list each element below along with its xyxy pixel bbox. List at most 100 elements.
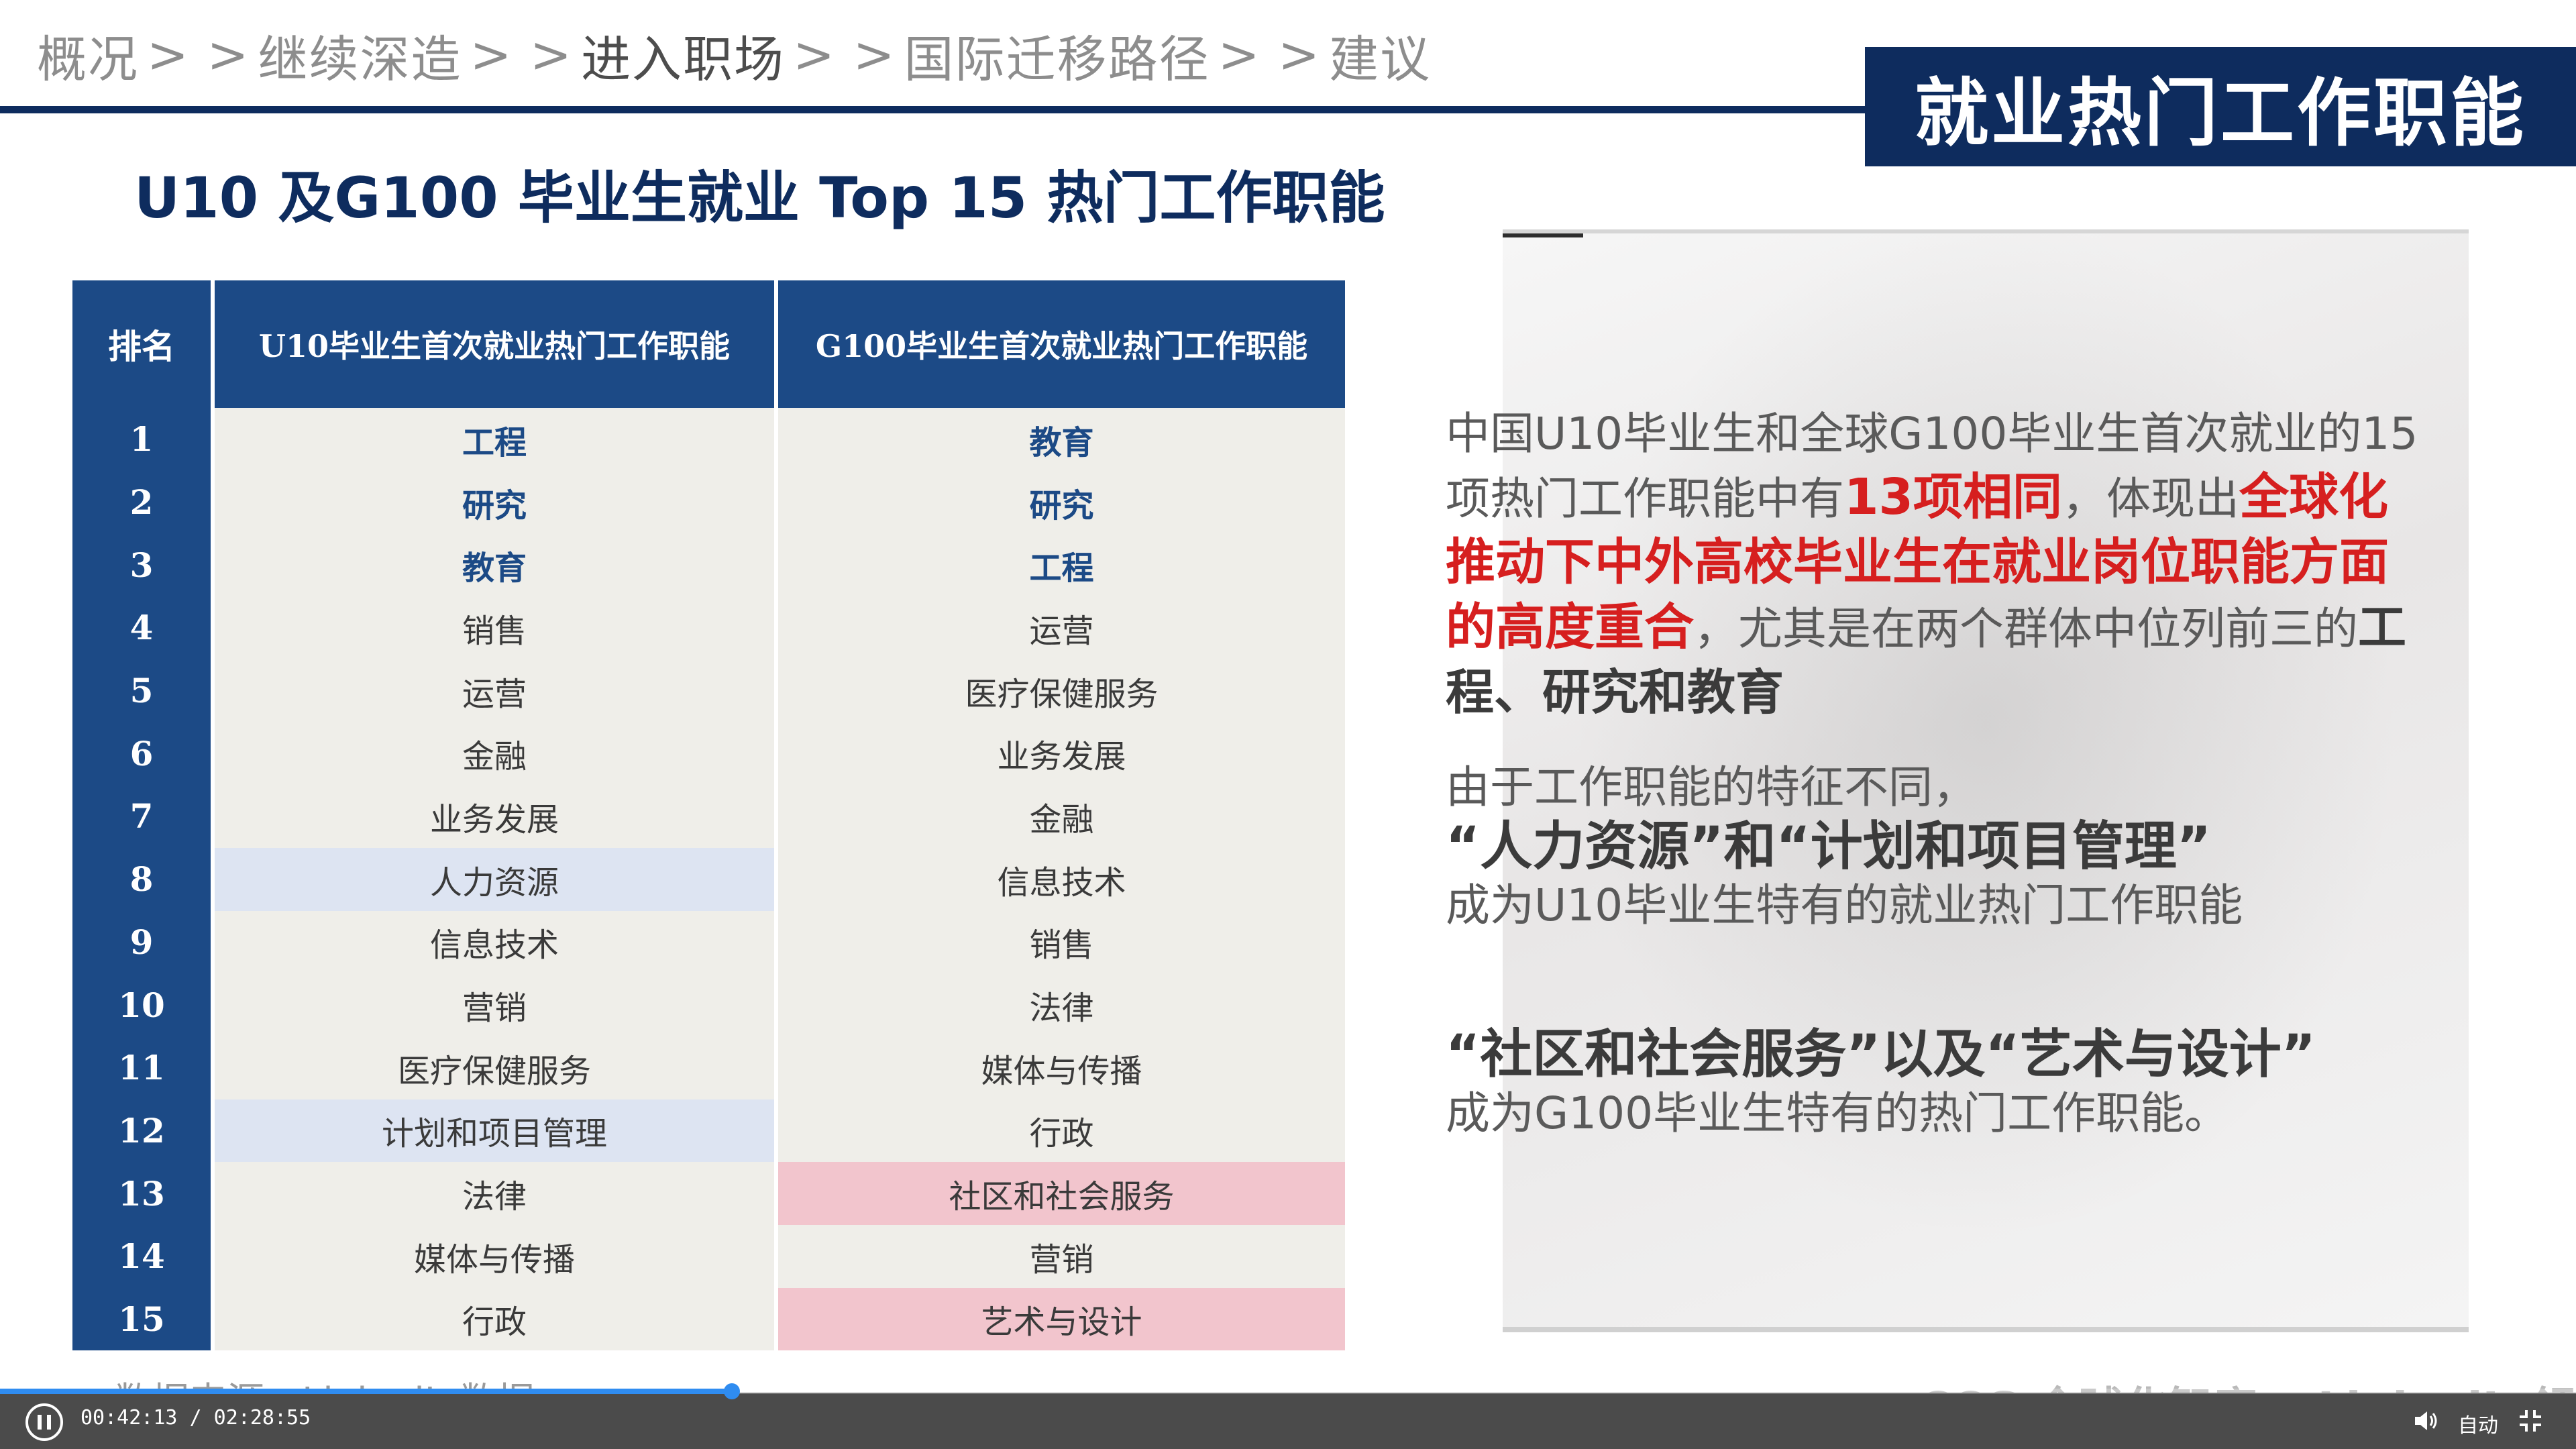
g100-function-cell: 法律 [778,973,1345,1036]
rank-cell: 11 [72,1036,211,1099]
g100-function-cell: 信息技术 [778,847,1345,911]
rank-cell: 14 [72,1224,211,1288]
table-row: 12 计划和项目管理 行政 [72,1099,1345,1163]
rank-cell: 4 [72,596,211,659]
exit-fullscreen-icon[interactable] [2517,1407,2544,1434]
table-row: 11 医疗保健服务 媒体与传播 [72,1036,1345,1099]
u10-function-cell: 营销 [215,973,774,1036]
title-banner: 就业热门工作职能 [1865,47,2576,166]
u10-function-cell: 医疗保健服务 [215,1036,774,1099]
u10-function-cell: 人力资源 [215,847,774,911]
rank-cell: 15 [72,1287,211,1351]
u10-function-cell: 法律 [215,1162,774,1225]
commentary-emphasis: “人力资源”和“计划和项目管理” [1446,816,2212,877]
table-row: 4 销售 运营 [72,596,1345,659]
pause-icon [47,1415,51,1430]
table-row: 1 工程 教育 [72,408,1345,471]
breadcrumb-item-active: 进入职场 [581,30,786,89]
rank-cell: 10 [72,973,211,1036]
rank-cell: 8 [72,847,211,911]
u10-function-cell: 信息技术 [215,910,774,974]
photo-top-band [1503,233,1583,237]
u10-function-cell: 教育 [215,533,774,597]
g100-function-cell: 营销 [778,1224,1345,1288]
commentary-text: 成为U10毕业生特有的就业热门工作职能 [1446,879,2243,931]
u10-function-cell: 运营 [215,659,774,722]
u10-function-cell: 行政 [215,1287,774,1351]
breadcrumb-separator: > > [470,26,574,84]
breadcrumb-separator: > > [1218,26,1322,84]
page-title: 就业热门工作职能 [1915,70,2526,156]
header-u10: U10毕业生首次就业热门工作职能 [215,280,774,408]
video-control-bar [0,1393,2576,1449]
header-g100: G100毕业生首次就业热门工作职能 [778,280,1345,408]
g100-function-cell: 工程 [778,533,1345,597]
g100-function-cell: 销售 [778,910,1345,974]
table-row: 3 教育 工程 [72,533,1345,597]
g100-function-cell: 金融 [778,785,1345,848]
breadcrumb-item: 继续深造 [258,30,462,89]
table-row: 15 行政 艺术与设计 [72,1287,1345,1351]
table-row: 5 运营 医疗保健服务 [72,659,1345,722]
u10-function-cell: 金融 [215,722,774,786]
slide: 概况 > > 继续深造 > > 进入职场 > > 国际迁移路径 > > 建议 就… [0,0,2576,1393]
table-row: 13 法律 社区和社会服务 [72,1162,1345,1225]
rank-cell: 9 [72,910,211,974]
u10-function-cell: 计划和项目管理 [215,1099,774,1163]
g100-function-cell: 研究 [778,470,1345,534]
progress-handle[interactable] [723,1383,740,1399]
u10-function-cell: 媒体与传播 [215,1224,774,1288]
commentary-paragraph-2: 由于工作职能的特征不同， “人力资源”和“计划和项目管理” 成为U10毕业生特有… [1446,758,2452,935]
commentary-text: 由于工作职能的特征不同， [1446,761,1977,813]
rank-cell: 12 [72,1099,211,1163]
header-rank: 排名 [72,280,211,408]
volume-icon[interactable] [2412,1409,2439,1433]
table-title: U10 及G100 毕业生就业 Top 15 热门工作职能 [134,165,1385,231]
rank-cell: 1 [72,408,211,471]
u10-function-cell: 研究 [215,470,774,534]
commentary-paragraph-1: 中国U10毕业生和全球G100毕业生首次就业的15项热门工作职能中有13项相同，… [1446,402,2425,726]
header-rule [0,106,1872,113]
g100-function-cell: 媒体与传播 [778,1036,1345,1099]
table-body: 1 工程 教育 2 研究 研究 3 教育 工程 4 销售 运营 5 运营 医疗保健服务 6 金融 业务发展 7 业务发… [72,408,1345,1351]
commentary-emphasis: “社区和社会服务”以及“艺术与设计” [1446,1024,2316,1085]
breadcrumb-separator: > > [147,26,250,84]
ranking-table: 排名 U10毕业生首次就业热门工作职能 G100毕业生首次就业热门工作职能 1工… [72,280,1345,1351]
rank-cell: 5 [72,659,211,722]
commentary-highlight: 13项相同 [1844,468,2062,526]
u10-function-cell: 业务发展 [215,785,774,848]
pause-icon [38,1415,42,1430]
rank-cell: 3 [72,533,211,597]
breadcrumb: 概况 > > 继续深造 > > 进入职场 > > 国际迁移路径 > > 建议 [37,15,1431,95]
u10-function-cell: 销售 [215,596,774,659]
quality-auto-button[interactable]: 自动 [2458,1409,2498,1438]
commentary-text: ，体现出 [2061,473,2239,525]
pause-button[interactable] [25,1403,63,1441]
table-row: 14 媒体与传播 营销 [72,1224,1345,1288]
g100-function-cell: 社区和社会服务 [778,1162,1345,1225]
breadcrumb-item: 国际迁移路径 [904,30,1210,89]
g100-function-cell: 行政 [778,1099,1345,1163]
table-header: 排名 U10毕业生首次就业热门工作职能 G100毕业生首次就业热门工作职能 [72,280,1345,408]
commentary-paragraph-3: “社区和社会服务”以及“艺术与设计” 成为G100毕业生特有的热门工作职能。 [1446,1025,2492,1143]
progress-fill [0,1389,732,1394]
rank-cell: 7 [72,785,211,848]
commentary-text: 成为G100毕业生特有的热门工作职能。 [1446,1087,2229,1139]
progress-bar[interactable] [0,1383,2576,1399]
rank-cell: 2 [72,470,211,534]
breadcrumb-item: 建议 [1329,30,1432,89]
table-row: 9 信息技术 销售 [72,910,1345,974]
table-row: 8 人力资源 信息技术 [72,847,1345,911]
rank-cell: 6 [72,722,211,786]
table-row: 7 业务发展 金融 [72,785,1345,848]
table-row: 6 金融 业务发展 [72,722,1345,786]
g100-function-cell: 运营 [778,596,1345,659]
commentary-text: ，尤其是在两个群体中位列前三的 [1694,603,2358,655]
g100-function-cell: 医疗保健服务 [778,659,1345,722]
g100-function-cell: 艺术与设计 [778,1287,1345,1351]
g100-function-cell: 教育 [778,408,1345,471]
breadcrumb-separator: > > [793,26,896,84]
rank-cell: 13 [72,1162,211,1225]
breadcrumb-item: 概况 [37,30,139,89]
playback-time: 00:42:13 / 02:28:55 [80,1406,311,1430]
